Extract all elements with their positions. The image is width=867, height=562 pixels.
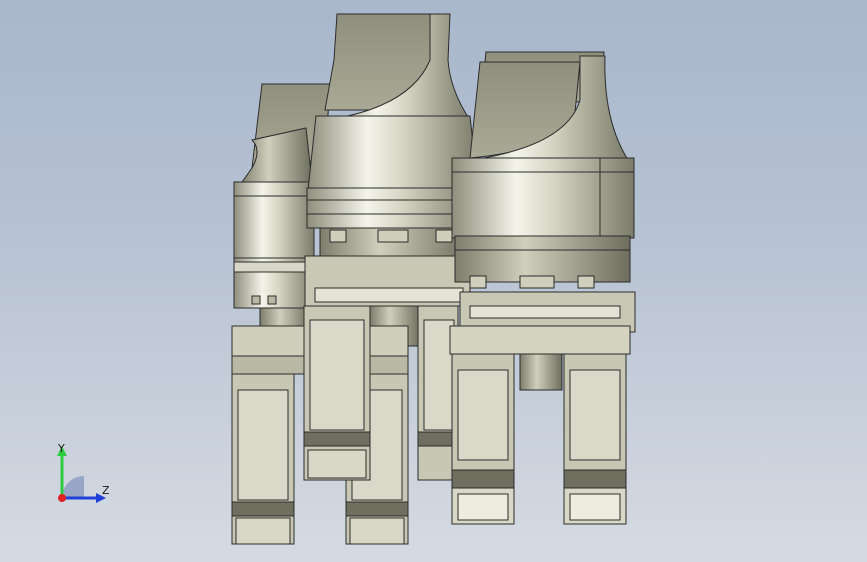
y-axis-label: Y [58, 442, 65, 455]
orientation-triad: Y Z [44, 436, 124, 516]
axis-triad-icon [57, 446, 106, 503]
cad-viewport[interactable] [0, 0, 867, 562]
z-axis-label: Z [102, 484, 110, 497]
